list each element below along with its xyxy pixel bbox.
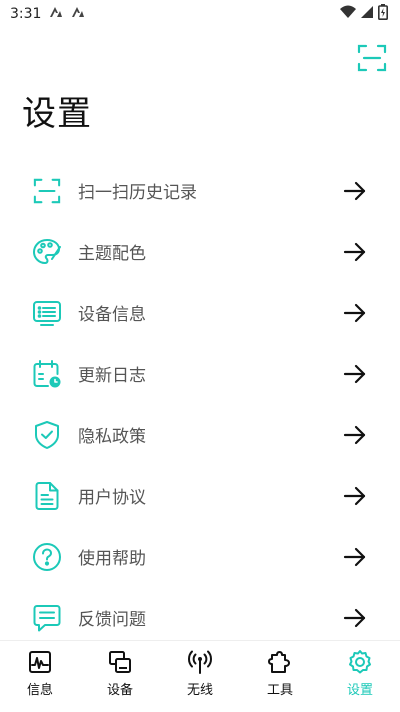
menu-item-label: 用户协议 bbox=[78, 488, 146, 508]
message-icon bbox=[32, 603, 62, 633]
menu-item-label: 设备信息 bbox=[78, 305, 146, 325]
tab-label: 工具 bbox=[266, 683, 293, 698]
arrow-right-icon bbox=[342, 300, 368, 326]
menu-item-label: 使用帮助 bbox=[78, 549, 146, 569]
scan-icon bbox=[32, 176, 62, 206]
menu-item-label: 反馈问题 bbox=[78, 610, 146, 630]
menu-item-scan-history[interactable]: 扫一扫历史记录 bbox=[0, 160, 400, 221]
signal-icon bbox=[360, 5, 374, 23]
document-icon bbox=[32, 481, 62, 511]
tab-label: 设置 bbox=[346, 683, 373, 698]
devices-icon bbox=[107, 649, 133, 675]
menu-item-privacy-policy[interactable]: 隐私政策 bbox=[0, 404, 400, 465]
page-title: 设置 bbox=[22, 94, 92, 134]
tab-info[interactable]: 信息 bbox=[0, 641, 80, 712]
menu-item-label: 主题配色 bbox=[78, 244, 146, 264]
settings-menu: 扫一扫历史记录 主题配色 设备信息 更新日志 隐私政策 用户协议 使用帮助 反馈… bbox=[0, 160, 400, 648]
menu-item-label: 隐私政策 bbox=[78, 427, 146, 447]
menu-item-theme-color[interactable]: 主题配色 bbox=[0, 221, 400, 282]
status-bar: 3:31 bbox=[0, 0, 400, 28]
menu-item-label: 更新日志 bbox=[78, 366, 146, 386]
scan-button[interactable] bbox=[356, 42, 388, 74]
tab-device[interactable]: 设备 bbox=[80, 641, 160, 712]
status-time: 3:31 bbox=[10, 6, 42, 22]
pulse-chart-icon bbox=[27, 649, 53, 675]
tab-label: 设备 bbox=[106, 683, 133, 698]
tab-settings[interactable]: 设置 bbox=[320, 641, 400, 712]
battery-icon bbox=[378, 4, 388, 24]
arrow-right-icon bbox=[342, 239, 368, 265]
status-left: 3:31 bbox=[10, 6, 85, 22]
menu-item-feedback[interactable]: 反馈问题 bbox=[0, 587, 400, 648]
tab-tools[interactable]: 工具 bbox=[240, 641, 320, 712]
palette-icon bbox=[32, 237, 62, 267]
arrow-right-icon bbox=[342, 544, 368, 570]
tab-label: 无线 bbox=[186, 683, 213, 698]
notification-icon bbox=[49, 6, 63, 22]
menu-item-help[interactable]: 使用帮助 bbox=[0, 526, 400, 587]
antenna-icon bbox=[187, 649, 213, 675]
monitor-icon bbox=[32, 298, 62, 328]
menu-item-user-agreement[interactable]: 用户协议 bbox=[0, 465, 400, 526]
arrow-right-icon bbox=[342, 422, 368, 448]
puzzle-icon bbox=[267, 649, 293, 675]
arrow-right-icon bbox=[342, 483, 368, 509]
bottom-tab-bar: 信息 设备 无线 工具 设置 bbox=[0, 640, 400, 712]
arrow-right-icon bbox=[342, 605, 368, 631]
menu-item-device-info[interactable]: 设备信息 bbox=[0, 282, 400, 343]
status-right bbox=[340, 4, 388, 24]
notification-icon bbox=[71, 6, 85, 22]
menu-item-changelog[interactable]: 更新日志 bbox=[0, 343, 400, 404]
wifi-icon bbox=[340, 5, 356, 23]
arrow-right-icon bbox=[342, 178, 368, 204]
tab-label: 信息 bbox=[26, 683, 53, 698]
gear-icon bbox=[347, 649, 373, 675]
menu-item-label: 扫一扫历史记录 bbox=[78, 183, 197, 203]
arrow-right-icon bbox=[342, 361, 368, 387]
help-circle-icon bbox=[32, 542, 62, 572]
scan-icon bbox=[357, 44, 387, 72]
tab-wireless[interactable]: 无线 bbox=[160, 641, 240, 712]
calendar-clock-icon bbox=[32, 359, 62, 389]
shield-check-icon bbox=[32, 420, 62, 450]
